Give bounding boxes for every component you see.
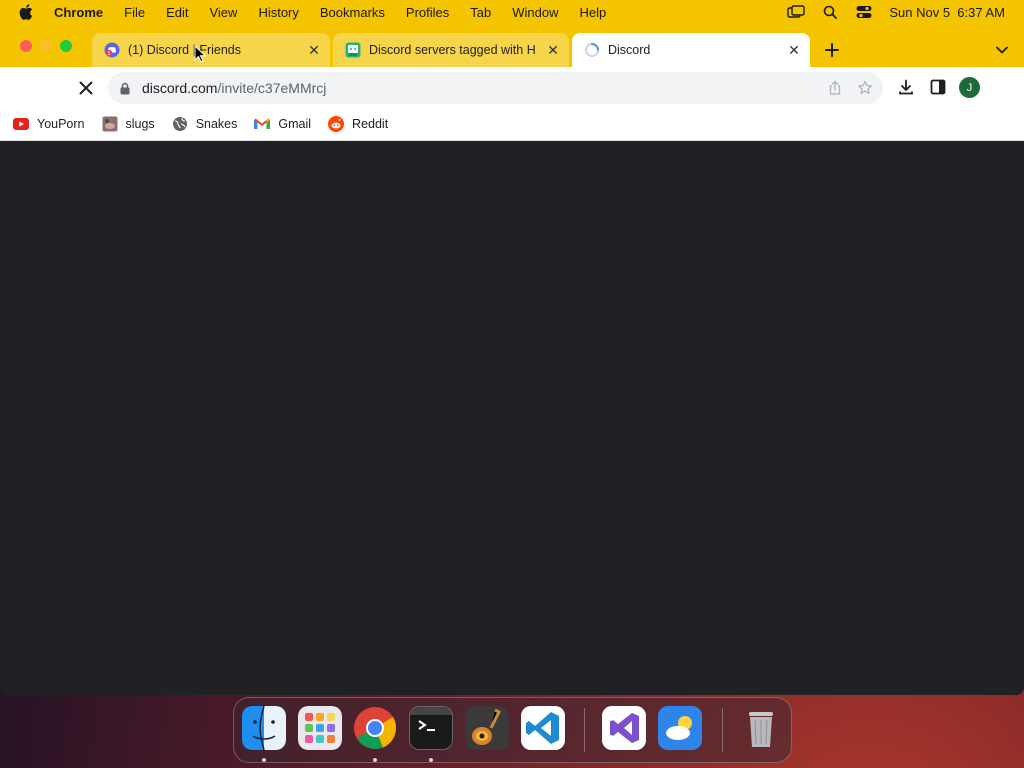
menu-window[interactable]: Window	[512, 5, 558, 20]
mouse-cursor-icon	[194, 45, 206, 63]
browser-window: 1 (1) Discord | Friends ✕ Discord server…	[0, 24, 1024, 695]
menu-file[interactable]: File	[124, 5, 145, 20]
minimize-window-button[interactable]	[40, 40, 52, 52]
spotlight-search-icon[interactable]	[821, 5, 839, 19]
dock-vscode[interactable]	[521, 706, 565, 750]
dock-launchpad[interactable]	[298, 706, 342, 750]
macos-menubar: Chrome File Edit View History Bookmarks …	[0, 0, 1024, 24]
control-center-icon[interactable]	[855, 5, 873, 19]
tab-discord-servers[interactable]: Discord servers tagged with H ✕	[333, 33, 569, 67]
dock-trash[interactable]	[739, 706, 783, 750]
running-indicator	[429, 758, 433, 762]
close-tab-icon[interactable]: ✕	[545, 42, 561, 58]
screen-mirroring-icon[interactable]	[787, 5, 806, 19]
download-icon[interactable]	[897, 78, 915, 96]
running-indicator	[373, 758, 377, 762]
close-tab-icon[interactable]: ✕	[306, 42, 322, 58]
tab-title: Discord	[608, 43, 651, 57]
tab-strip: 1 (1) Discord | Friends ✕ Discord server…	[0, 24, 1024, 67]
image-thumb-icon	[102, 116, 118, 132]
url-host: discord.com	[142, 80, 218, 96]
bookmarks-bar: YouPorn slugs Snakes Gmail Reddit	[0, 108, 1024, 141]
bookmark-snakes[interactable]: Snakes	[172, 116, 238, 132]
disboard-icon	[345, 42, 361, 58]
dock-garageband[interactable]	[465, 706, 509, 750]
tab-discord-friends[interactable]: 1 (1) Discord | Friends ✕	[92, 33, 330, 67]
bookmark-slugs[interactable]: slugs	[102, 116, 155, 132]
svg-text:1: 1	[107, 51, 110, 57]
bookmark-gmail[interactable]: Gmail	[254, 116, 311, 132]
dock-finder[interactable]	[242, 706, 286, 750]
running-indicator	[262, 758, 266, 762]
loading-spinner-icon	[584, 42, 600, 58]
menu-help[interactable]: Help	[580, 5, 607, 20]
dock-chrome[interactable]	[353, 706, 397, 750]
bookmark-label: Gmail	[278, 117, 312, 131]
dock-weather[interactable]	[658, 706, 702, 750]
window-controls	[20, 40, 72, 52]
zoom-window-button[interactable]	[60, 40, 72, 52]
menu-tab[interactable]: Tab	[470, 5, 491, 20]
menu-view[interactable]: View	[209, 5, 237, 20]
bookmark-label: YouPorn	[37, 117, 85, 131]
dock-terminal[interactable]	[409, 706, 453, 750]
url-path: /invite/c37eMMrcj	[217, 80, 327, 96]
close-window-button[interactable]	[20, 40, 32, 52]
discord-notification-icon: 1	[104, 42, 120, 58]
menu-profiles[interactable]: Profiles	[406, 5, 449, 20]
youtube-red-icon	[13, 116, 29, 132]
profile-avatar[interactable]: J	[959, 77, 980, 98]
macos-dock	[233, 697, 792, 763]
bookmark-label: Snakes	[195, 117, 238, 131]
globe-icon	[172, 116, 188, 132]
bookmark-label: Reddit	[352, 117, 389, 131]
share-icon[interactable]	[827, 80, 843, 96]
menu-history[interactable]: History	[258, 5, 298, 20]
dock-visual-studio[interactable]	[602, 706, 646, 750]
apple-menu-icon[interactable]	[19, 4, 35, 20]
bookmark-reddit[interactable]: Reddit	[328, 116, 388, 132]
stop-loading-button[interactable]	[75, 77, 97, 99]
url-text[interactable]: discord.com/invite/c37eMMrcj	[142, 80, 326, 96]
chevron-down-icon[interactable]	[994, 42, 1010, 58]
bookmark-star-icon[interactable]	[857, 80, 873, 96]
bookmark-label: slugs	[125, 117, 155, 131]
gmail-icon	[254, 116, 271, 132]
tab-title: Discord servers tagged with H	[369, 43, 536, 57]
new-tab-plus-icon[interactable]	[822, 40, 842, 60]
dock-separator	[584, 708, 585, 752]
menu-edit[interactable]: Edit	[166, 5, 188, 20]
tab-title: (1) Discord | Friends	[128, 43, 241, 57]
browser-toolbar: discord.com/invite/c37eMMrcj J	[0, 67, 1024, 108]
side-panel-icon[interactable]	[929, 78, 947, 96]
close-tab-icon[interactable]: ✕	[786, 42, 802, 58]
page-content-loading	[0, 141, 1024, 695]
menubar-clock[interactable]: Sun Nov 5 6:37 AM	[889, 5, 1005, 20]
dock-separator	[722, 708, 723, 752]
bookmark-youporn[interactable]: YouPorn	[13, 116, 85, 132]
menu-app-name[interactable]: Chrome	[54, 5, 103, 20]
lock-icon[interactable]	[120, 81, 132, 95]
reddit-icon	[328, 116, 345, 132]
menu-bookmarks[interactable]: Bookmarks	[320, 5, 385, 20]
address-bar[interactable]: discord.com/invite/c37eMMrcj	[108, 72, 883, 104]
tab-discord-active[interactable]: Discord ✕	[572, 33, 810, 67]
